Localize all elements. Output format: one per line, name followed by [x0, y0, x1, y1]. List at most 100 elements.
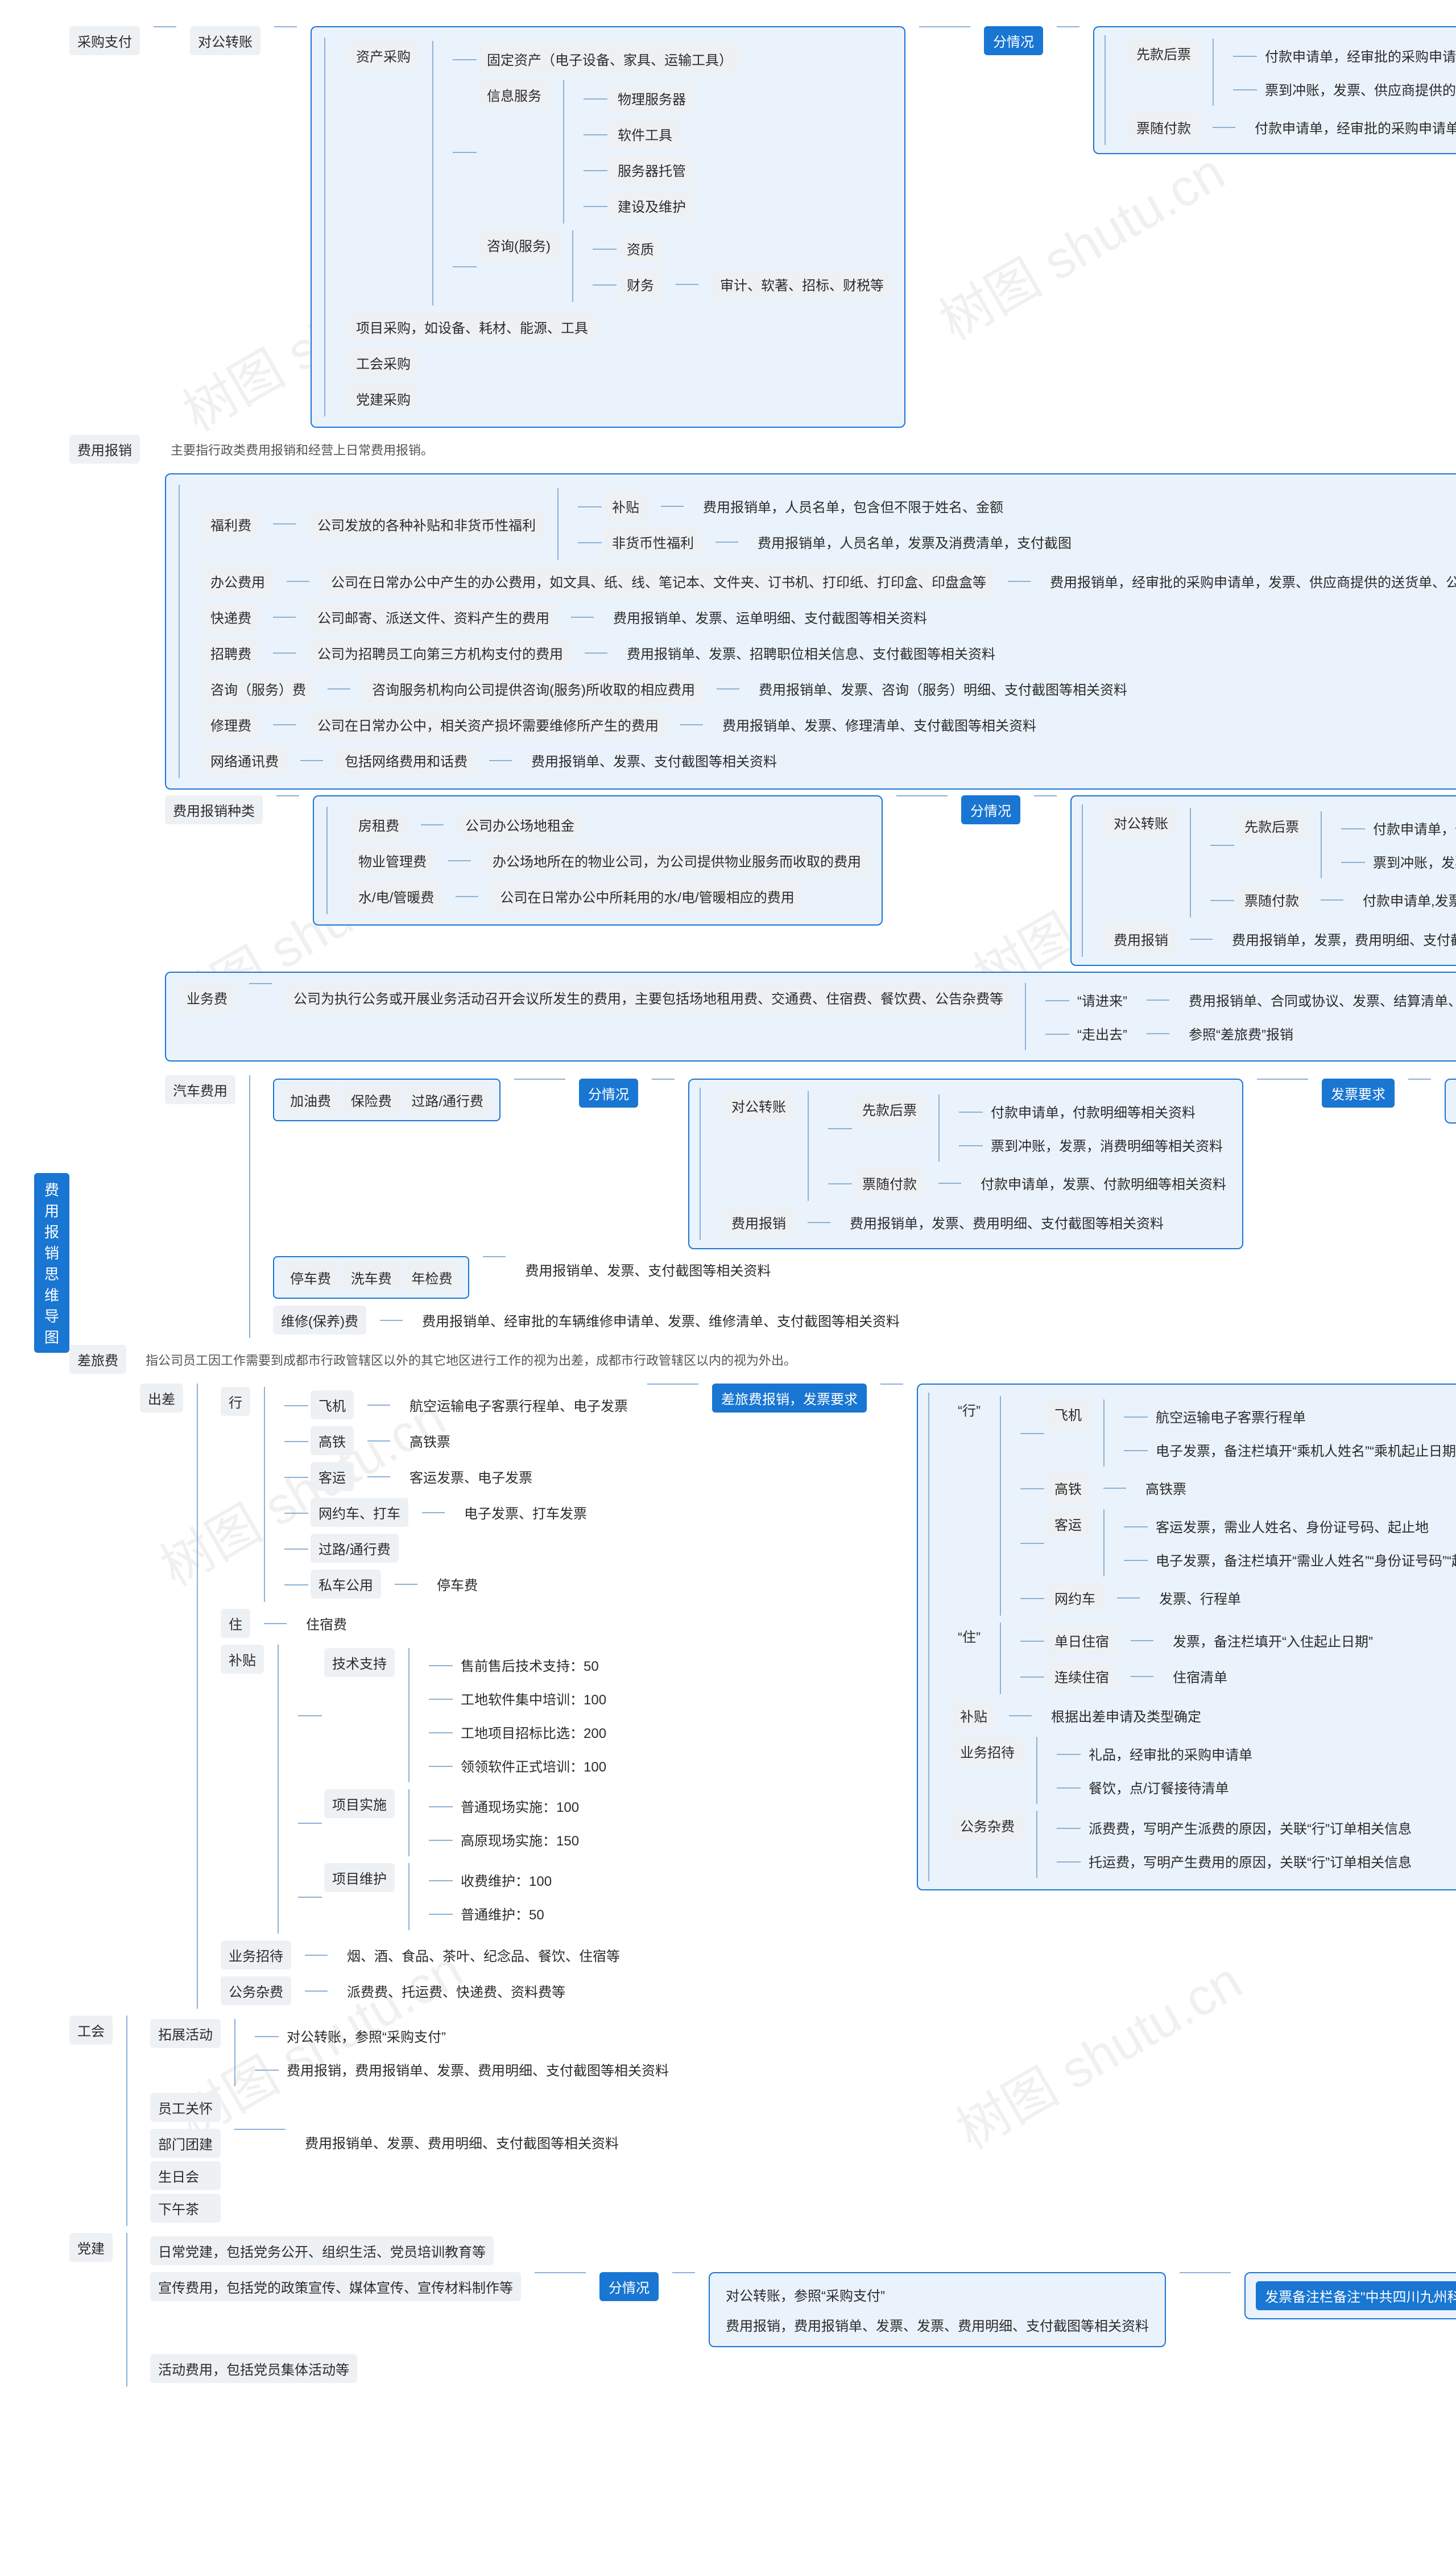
- node: 项目维护: [324, 1863, 395, 1892]
- node: 宣传费用，包括党的政策宣传、媒体宣传、宣传材料制作等: [150, 2272, 521, 2301]
- node-inv-req: 发票要求: [1322, 1079, 1395, 1108]
- layout-row: 费用报销思维导图 采购支付 对公转账 资产采购: [34, 23, 1422, 2503]
- text: 费用报销单、发票、招聘职位相关信息、支付截图等相关资料: [621, 639, 1001, 666]
- text: 费用报销单、发票、支付截图等相关资料: [519, 1256, 776, 1283]
- node-property-desc: 办公场地所在的物业公司，为公司提供物业服务而收取的费用: [485, 846, 869, 875]
- node: 生日会: [150, 2161, 221, 2190]
- text: 工地软件集中培训：100: [455, 1685, 612, 1712]
- node-travel: 差旅费: [69, 1345, 126, 1374]
- connector: [919, 26, 970, 27]
- node-consult-item: 财务: [619, 270, 662, 299]
- node: 费用报销: [723, 1208, 794, 1237]
- text: 高铁票: [1140, 1475, 1192, 1501]
- node: 加油费: [282, 1085, 339, 1114]
- text: 票到冲账，发票，消费明细等相关资料: [985, 1132, 1228, 1158]
- node-trip: 出差: [140, 1384, 183, 1413]
- node-network-desc: 包括网络费用和话费: [337, 746, 475, 775]
- text: “请进来”: [1072, 986, 1133, 1013]
- travel-req-box: “行” 飞机 航空运输电子客票行程单 电子发票，备注栏填开“乘机人姓名”“乘机起…: [917, 1384, 1456, 1890]
- text: 工地项目招标比选：200: [455, 1719, 612, 1745]
- node-purchase-public: 对公转账: [190, 26, 260, 55]
- node: 项目实施: [324, 1789, 395, 1818]
- node-case: 分情况: [599, 2272, 659, 2301]
- text: 住宿清单: [1167, 1663, 1233, 1690]
- text: 对公转账，参照“采购支付”: [281, 2022, 452, 2049]
- text-expense-note: 主要指行政类费用报销和经营上日常费用报销。: [165, 437, 1456, 462]
- node-welfare-a: 补贴: [604, 492, 647, 521]
- node-repair-desc: 公司在日常办公中，相关资产损坏需要维修所产生的费用: [309, 710, 667, 739]
- node-utility-desc: 公司在日常办公中所耗用的水/电/管暖相应的费用: [492, 882, 802, 911]
- text: 费用报销单，发票，费用明细、支付截图等相关资料: [1226, 926, 1456, 952]
- text: “住”: [952, 1622, 986, 1649]
- party-case-box: 对公转账，参照“采购支付” 费用报销，费用报销单、发票、发票、费用明细、支付截图…: [709, 2272, 1166, 2347]
- node-allow: 补贴: [221, 1645, 264, 1674]
- node-travel-req: 差旅费报销，发票要求: [712, 1384, 867, 1413]
- text: 费用报销单、发票、修理清单、支付截图等相关资料: [717, 711, 1042, 738]
- node-express: 快递费: [202, 602, 259, 631]
- node: 飞机: [311, 1390, 354, 1419]
- node-office-desc: 公司在日常办公中产生的办公费用，如文具、纸、线、笔记本、文件夹、订书机、打印纸、…: [323, 567, 994, 596]
- text: 电子发票，备注栏填开“需业人姓名”“身份证号码”“起止地”: [1150, 1546, 1456, 1573]
- node-prepay: 先款后票: [1128, 39, 1199, 68]
- text: 托运费，写明产生费用的原因，关联“行”订单相关信息: [1083, 1848, 1417, 1874]
- node-info-item: 服务器托管: [610, 155, 694, 184]
- node-consult2-desc: 咨询服务机构向公司提供咨询(服务)所收取的相应费用: [364, 674, 703, 703]
- text: 领领软件正式培训：100: [455, 1752, 612, 1779]
- node: 票随付款: [854, 1168, 925, 1197]
- node-rent-desc: 公司办公场地租金: [457, 810, 582, 839]
- branch-purchase: 采购支付 对公转账 资产采购 固定资产（电子设备、家具、运输工具）: [69, 23, 1456, 431]
- node: 先款后票: [1236, 811, 1307, 840]
- node-misc: 公务杂费: [221, 1976, 291, 2005]
- node-party: 党建: [69, 2233, 113, 2262]
- text: 对公转账，参照“采购支付”: [720, 2281, 1155, 2308]
- node-party-purchase: 党建采购: [348, 384, 419, 413]
- node: 私车公用: [311, 1570, 381, 1599]
- text: 发票，备注栏填开“入住起止日期”: [1167, 1627, 1379, 1654]
- text: 付款申请单，付款明细等相关资料(注：第一次支付需提供合同或协议): [1367, 815, 1456, 841]
- node: 年检费: [403, 1263, 460, 1292]
- text: 派费费，写明产生派费的原因，关联“行”订单相关信息: [1083, 1814, 1417, 1841]
- node-repair: 修理费: [202, 710, 259, 739]
- node-project: 项目采购，如设备、耗材、能源、工具: [348, 312, 596, 341]
- text: 住宿费: [300, 1610, 353, 1637]
- text: 电子发票、打车发票: [458, 1499, 593, 1526]
- node: 飞机: [1046, 1399, 1090, 1428]
- node-office: 办公费用: [202, 567, 273, 596]
- text: 费用报销单，发票、费用明细、支付截图等相关资料: [844, 1209, 1169, 1236]
- node-welfare: 福利费: [202, 510, 259, 539]
- node: 高铁: [311, 1426, 354, 1455]
- node-host: 业务招待: [221, 1940, 291, 1969]
- node: 补贴: [952, 1701, 995, 1730]
- node-recruit-desc: 公司为招聘员工向第三方机构支付的费用: [309, 638, 571, 667]
- text: 付款申请单，发票、付款明细等相关资料: [975, 1170, 1232, 1196]
- node-kind: 费用报销种类: [165, 795, 263, 824]
- text: 付款申请单,发票,"付款明细等相关资料(注：第一次支付需提供合同或协议): [1357, 886, 1456, 913]
- text-travel-note: 指公司员工因工作需要到成都市行政管辖区以外的其它地区进行工作的视为出差，成都市行…: [140, 1347, 1456, 1372]
- text: 高铁票: [404, 1427, 456, 1454]
- node: 网约车、打车: [311, 1498, 408, 1527]
- text-prepay-item: 票到冲账，发票、供应商提供的送货单、公司入库单等相关资料: [1259, 76, 1456, 102]
- node-stay: 住: [221, 1609, 250, 1638]
- branch-party: 党建 日常党建，包括党务公开、组织生活、党员培训教育等 宣传费用，包括党的政策宣…: [69, 2229, 1456, 2390]
- node-utility: 水/电/管暖费: [350, 882, 442, 911]
- text: 费用报销单、合同或协议、发票、结算清单、会议议程、签到表、会议照片、支付截图等相…: [1183, 986, 1456, 1013]
- node: 维修(保养)费: [273, 1306, 366, 1335]
- text: “行”: [952, 1396, 986, 1423]
- node: 过路/通行费: [311, 1534, 399, 1563]
- expense-box-2: 房租费公司办公场地租金 物业管理费办公场地所在的物业公司，为公司提供物业服务而收…: [313, 795, 883, 926]
- car-box-top: 加油费 保险费 过路/通行费: [273, 1079, 500, 1121]
- node: 拓展活动: [150, 2019, 221, 2048]
- node-case: 分情况: [579, 1079, 638, 1108]
- node: 客运: [311, 1462, 354, 1491]
- node-biz: 业务费: [179, 983, 235, 1012]
- text: 普通维护：50: [455, 1900, 550, 1927]
- text: 费用报销单，经审批的采购申请单，发票、供应商提供的送货单、公司入库单、支付截图等…: [1044, 568, 1456, 594]
- text-postpay: 付款申请单，经审批的采购申请单、合同或协议、发票、供应商提供的送货单、公司入库单…: [1249, 114, 1456, 141]
- node-case: 分情况: [961, 795, 1020, 824]
- text-prepay-item: 付款申请单，经审批的采购申请单，合同或协议等相关资料: [1259, 42, 1456, 69]
- text: 参照“差旅费”报销: [1183, 1020, 1299, 1047]
- node-rent: 房租费: [350, 810, 407, 839]
- node: 活动费用，包括党员集体活动等: [150, 2354, 357, 2383]
- text: 根据出差申请及类型确定: [1045, 1702, 1207, 1729]
- node-welfare-desc: 公司发放的各种补贴和非货币性福利: [309, 510, 544, 539]
